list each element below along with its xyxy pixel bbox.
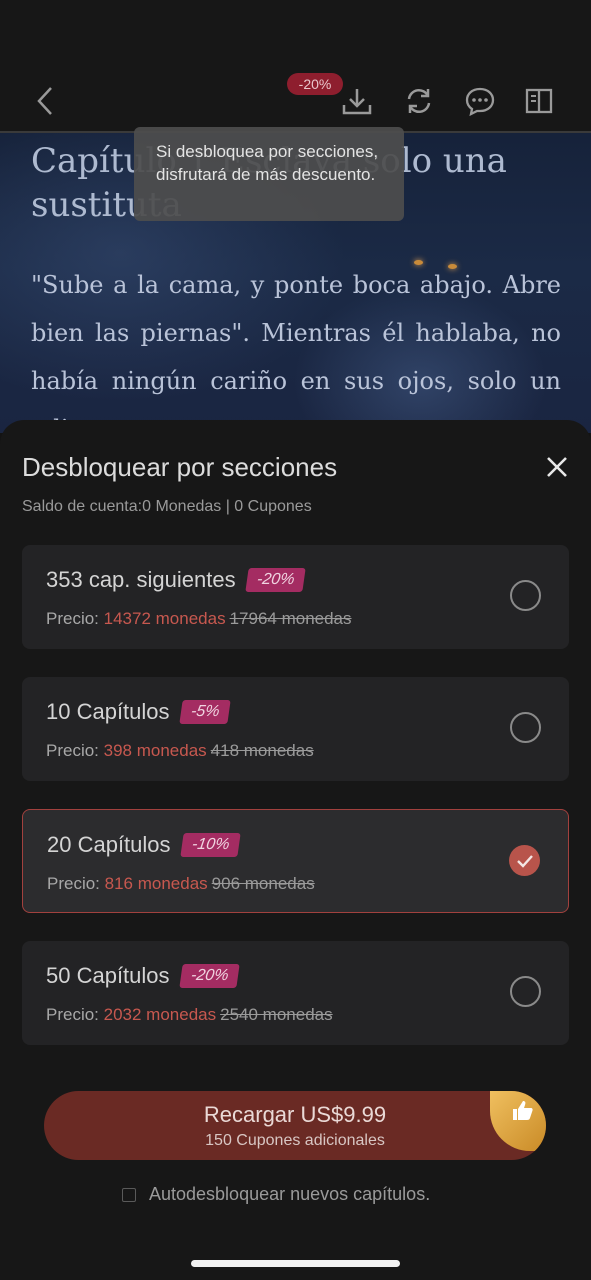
recharge-button[interactable]: Recargar US$9.99 150 Cupones adicionales — [44, 1091, 546, 1160]
price-label: Precio: — [46, 1005, 104, 1024]
option-discount-badge: -20% — [244, 568, 306, 592]
unlock-option-10[interactable]: 10 Capítulos -5% Precio: 398 monedas 418 … — [22, 677, 569, 781]
option-discount-badge: -10% — [179, 833, 241, 857]
price-label: Precio: — [47, 874, 105, 893]
price-new: 14372 monedas — [103, 609, 226, 628]
unlock-option-353[interactable]: 353 cap. siguientes -20% Precio: 14372 m… — [22, 545, 569, 649]
price-old: 17964 monedas — [229, 609, 352, 628]
auto-unlock-checkbox[interactable] — [122, 1187, 136, 1202]
option-radio-checked[interactable] — [509, 845, 540, 876]
recharge-sub-label: 150 Cupones adicionales — [205, 1132, 385, 1149]
price-old: 906 monedas — [211, 874, 315, 893]
option-title: 10 Capítulos — [46, 699, 170, 724]
book-icon[interactable] — [522, 84, 556, 118]
chapter-text: "Sube a la cama, y ponte boca abajo. Abr… — [31, 271, 561, 433]
price-old: 418 monedas — [210, 741, 314, 760]
checkmark-icon — [516, 854, 533, 868]
option-discount-badge: -5% — [178, 700, 231, 724]
sheet-title: Desbloquear por secciones — [22, 452, 338, 482]
back-chevron-icon[interactable] — [28, 84, 62, 118]
unlock-option-20[interactable]: 20 Capítulos -10% Precio: 816 monedas 906… — [22, 809, 569, 913]
unlock-sheet: Desbloquear por secciones Saldo de cuent… — [0, 420, 591, 1280]
price-label: Precio: — [46, 609, 104, 628]
option-radio[interactable] — [510, 580, 541, 611]
unlock-option-50[interactable]: 50 Capítulos -20% Precio: 2032 monedas 25… — [22, 941, 569, 1045]
option-title: 20 Capítulos — [47, 832, 171, 857]
option-discount-badge: -20% — [178, 964, 240, 988]
price-label: Precio: — [46, 741, 104, 760]
download-icon[interactable] — [340, 84, 374, 118]
close-icon[interactable] — [542, 452, 572, 482]
option-radio[interactable] — [510, 712, 541, 743]
option-price: Precio: 2032 monedas 2540 monedas — [46, 1005, 333, 1025]
option-price: Precio: 816 monedas 906 monedas — [47, 874, 315, 894]
option-radio[interactable] — [510, 976, 541, 1007]
refresh-icon[interactable] — [402, 84, 436, 118]
discount-badge: -20% — [287, 73, 343, 95]
price-new: 816 monedas — [104, 874, 208, 893]
option-title-wrap: 20 Capítulos -10% — [47, 832, 241, 858]
price-new: 2032 monedas — [103, 1005, 217, 1024]
option-title-wrap: 353 cap. siguientes -20% — [46, 567, 306, 593]
comment-icon[interactable] — [463, 84, 497, 118]
option-title-wrap: 50 Capítulos -20% — [46, 963, 240, 989]
recharge-main-label: Recargar US$9.99 — [203, 1102, 387, 1127]
auto-unlock-label: Autodesbloquear nuevos capítulos. — [149, 1184, 431, 1204]
discount-tooltip: Si desbloquea por secciones, disfrutará … — [134, 127, 404, 221]
top-bar: -20% — [0, 0, 591, 132]
price-new: 398 monedas — [103, 741, 207, 760]
home-indicator[interactable] — [191, 1260, 400, 1267]
auto-unlock-row[interactable]: Autodesbloquear nuevos capítulos. — [122, 1184, 430, 1205]
option-price: Precio: 14372 monedas 17964 monedas — [46, 609, 352, 629]
option-price: Precio: 398 monedas 418 monedas — [46, 741, 314, 761]
option-title: 50 Capítulos — [46, 963, 170, 988]
price-old: 2540 monedas — [220, 1005, 333, 1024]
option-title: 353 cap. siguientes — [46, 567, 236, 592]
account-balance: Saldo de cuenta:0 Monedas | 0 Cupones — [22, 498, 312, 515]
option-title-wrap: 10 Capítulos -5% — [46, 699, 231, 725]
